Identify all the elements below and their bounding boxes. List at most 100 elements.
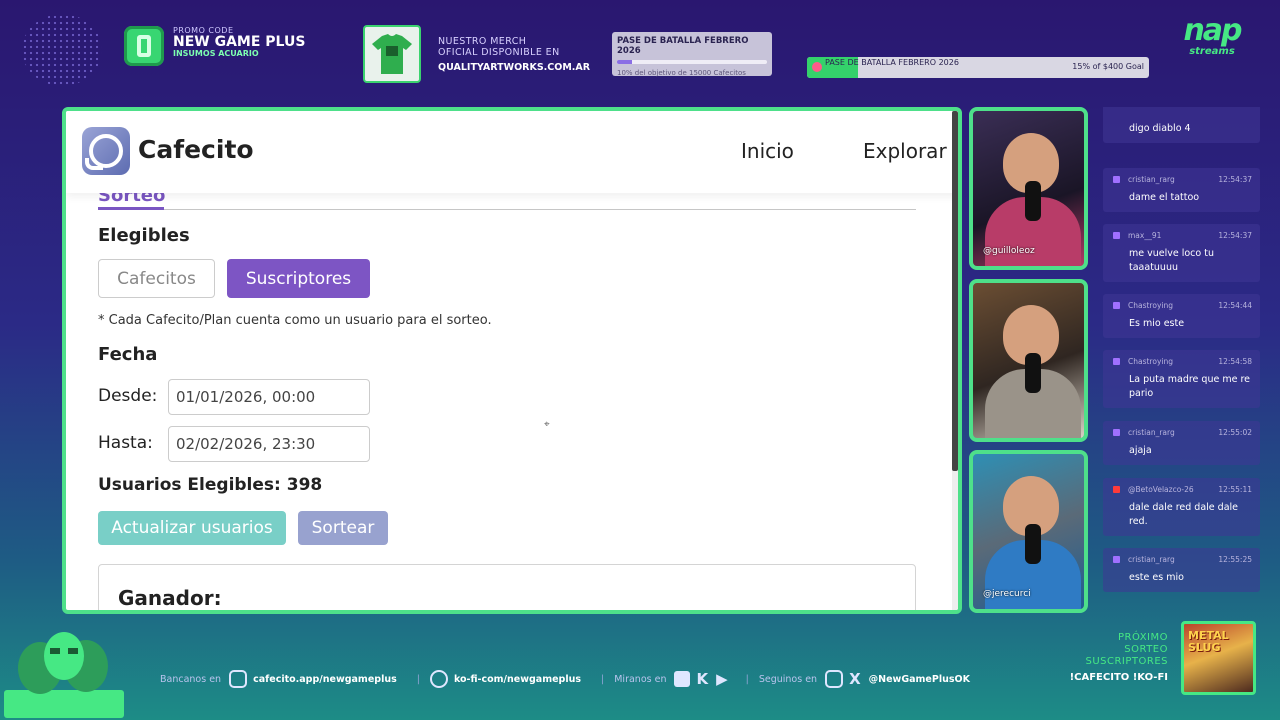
elegibles-heading: Elegibles (98, 225, 190, 246)
twitch-icon (1113, 358, 1120, 365)
x-icon: X (849, 670, 861, 688)
site-navbar: Cafecito Inicio Explorar (66, 111, 958, 193)
chat-timestamp: 12:54:58 (1218, 357, 1252, 366)
promo-code: PROMO CODE NEW GAME PLUS INSUMOS ACUARIO (173, 26, 306, 58)
chat-message-text: dale dale red dale dale red. (1129, 502, 1238, 527)
chat-timestamp: 12:55:25 (1218, 555, 1252, 564)
microphone-icon (1025, 524, 1041, 564)
battle-pass-progress-bar (617, 60, 767, 64)
twitch-icon (1113, 556, 1120, 563)
chat-message: Chastroying 12:54:58 La puta madre que me… (1103, 350, 1260, 408)
chat-message: cristian_rarg 12:54:37 dame el tattoo (1103, 168, 1260, 212)
battle-pass-2-title: PASE DE BATALLA FEBRERO 2026 (825, 58, 959, 67)
webcam-1: @guilloleoz (969, 107, 1088, 270)
next-raffle-info: PRÓXIMO SORTEO SUSCRIPTORES !CAFECITO !K… (1050, 632, 1168, 684)
scrollbar-thumb[interactable] (952, 111, 958, 471)
merch-url: QUALITYARTWORKS.COM.AR (438, 61, 591, 73)
merch-line-2: OFICIAL DISPONIBLE EN (438, 46, 560, 58)
battle-pass-2-goal: 15% of $400 Goal (1072, 62, 1144, 71)
chat-message: @BetoVelazco-26 12:55:11 dale dale red da… (1103, 478, 1260, 536)
desde-datetime-input[interactable] (168, 379, 370, 415)
youtube-icon (1113, 486, 1120, 493)
seguinos-label: Seguinos en (758, 673, 818, 685)
star-decoration (22, 14, 102, 86)
kick-icon: K (696, 670, 709, 688)
webcam-1-handle: @guilloleoz (983, 246, 1035, 256)
promo-code-value: NEW GAME PLUS (173, 34, 306, 51)
fecha-heading: Fecha (98, 344, 158, 365)
kofi-link: ko-fi-com/newgameplus (453, 673, 582, 685)
tab-divider (98, 209, 916, 210)
merch-announcement: NUESTRO MERCH OFICIAL DISPONIBLE EN QUAL… (438, 36, 591, 74)
stream-chat: digo diablo 4 cristian_rarg 12:54:37 dame… (1103, 107, 1260, 600)
heart-icon (812, 62, 822, 72)
mascot-illustration (4, 632, 124, 718)
update-users-button[interactable]: Actualizar usuarios (98, 511, 286, 545)
chat-timestamp: 12:55:02 (1218, 428, 1252, 437)
raffle-panel: Sorteo Elegibles Cafecitos Suscriptores … (66, 185, 958, 610)
nav-inicio-link[interactable]: Inicio (741, 139, 794, 163)
winner-card: Ganador: (98, 564, 916, 610)
kofi-icon (429, 670, 448, 688)
desde-label: Desde: (98, 386, 158, 406)
chat-message-text: La puta madre que me re pario (1129, 374, 1250, 399)
game-title: METAL SLUG (1188, 629, 1229, 654)
battle-pass-subtitle: 10% del objetivo de 15000 Cafecitos (617, 69, 746, 77)
proximo-line-2: SORTEO (1124, 644, 1168, 655)
chat-message-text: digo diablo 4 (1129, 123, 1191, 134)
chat-username: Chastroying (1128, 301, 1173, 310)
footer-links: Bancanos en cafecito.app/newgameplus | k… (160, 670, 980, 688)
nav-explorar-link[interactable]: Explorar (863, 139, 947, 163)
hasta-datetime-input[interactable] (168, 426, 370, 462)
draw-button[interactable]: Sortear (298, 511, 388, 545)
battle-pass-title: PASE DE BATALLA FEBRERO 2026 (617, 36, 749, 56)
proximo-line-3: SUSCRIPTORES (1085, 656, 1168, 667)
webcam-2 (969, 279, 1088, 442)
twitch-icon (1113, 232, 1120, 239)
chat-commands: !CAFECITO !KO-FI (1069, 672, 1168, 683)
logo-text: nap (1183, 13, 1242, 48)
chat-username: cristian_rarg (1128, 428, 1175, 437)
chat-username: max__91 (1128, 231, 1162, 240)
webcam-3: @jerecurci (969, 450, 1088, 613)
brand-name[interactable]: Cafecito (138, 135, 254, 164)
twitch-icon (1113, 429, 1120, 436)
chat-message: Chastroying 12:54:44 Es mio este (1103, 294, 1260, 338)
chat-timestamp: 12:54:37 (1218, 175, 1252, 184)
chat-message: max__91 12:54:37 me vuelve loco tu taaatu… (1103, 224, 1260, 282)
game-cover-image: METAL SLUG (1181, 621, 1256, 695)
twitch-icon (1113, 302, 1120, 309)
chat-timestamp: 12:55:11 (1218, 485, 1252, 494)
twitch-icon (1113, 176, 1120, 183)
merch-shirt-image (363, 25, 421, 83)
chat-username: cristian_rarg (1128, 555, 1175, 564)
chat-message: digo diablo 4 (1103, 107, 1260, 143)
chat-username: @BetoVelazco-26 (1128, 485, 1194, 494)
suscriptores-toggle-button[interactable]: Suscriptores (227, 259, 370, 298)
battle-pass-goal-money: PASE DE BATALLA FEBRERO 2026 15% of $400… (807, 57, 1149, 78)
chat-username: Chastroying (1128, 357, 1173, 366)
webcam-3-handle: @jerecurci (983, 589, 1031, 599)
chat-message-text: ajaja (1129, 445, 1152, 456)
chat-message-text: Es mio este (1129, 318, 1185, 329)
cafecito-logo-icon[interactable] (82, 127, 130, 175)
cafecito-link: cafecito.app/newgameplus (253, 673, 397, 685)
coin-icon (124, 26, 164, 66)
chat-timestamp: 12:54:44 (1218, 301, 1252, 310)
bancanos-label: Bancanos en (160, 673, 222, 685)
divider: | (745, 673, 749, 685)
hasta-label: Hasta: (98, 433, 153, 453)
winner-title: Ganador: (118, 586, 222, 610)
eligible-users-count: Usuarios Elegibles: 398 (98, 475, 323, 495)
chat-message-text: este es mio (1129, 572, 1184, 583)
chat-message: cristian_rarg 12:55:25 este es mio (1103, 548, 1260, 592)
battle-pass-progress-fill (617, 60, 632, 64)
cafecitos-toggle-button[interactable]: Cafecitos (98, 259, 215, 298)
tab-active-indicator (98, 207, 164, 210)
chat-message-text: me vuelve loco tu taaatuuuu (1129, 248, 1214, 273)
nap-streams-logo: nap streams (1172, 13, 1252, 58)
social-handle: @NewGamePlusOK (868, 673, 970, 685)
twitch-icon (674, 671, 691, 687)
divider: | (416, 673, 420, 685)
chat-timestamp: 12:54:37 (1218, 231, 1252, 240)
